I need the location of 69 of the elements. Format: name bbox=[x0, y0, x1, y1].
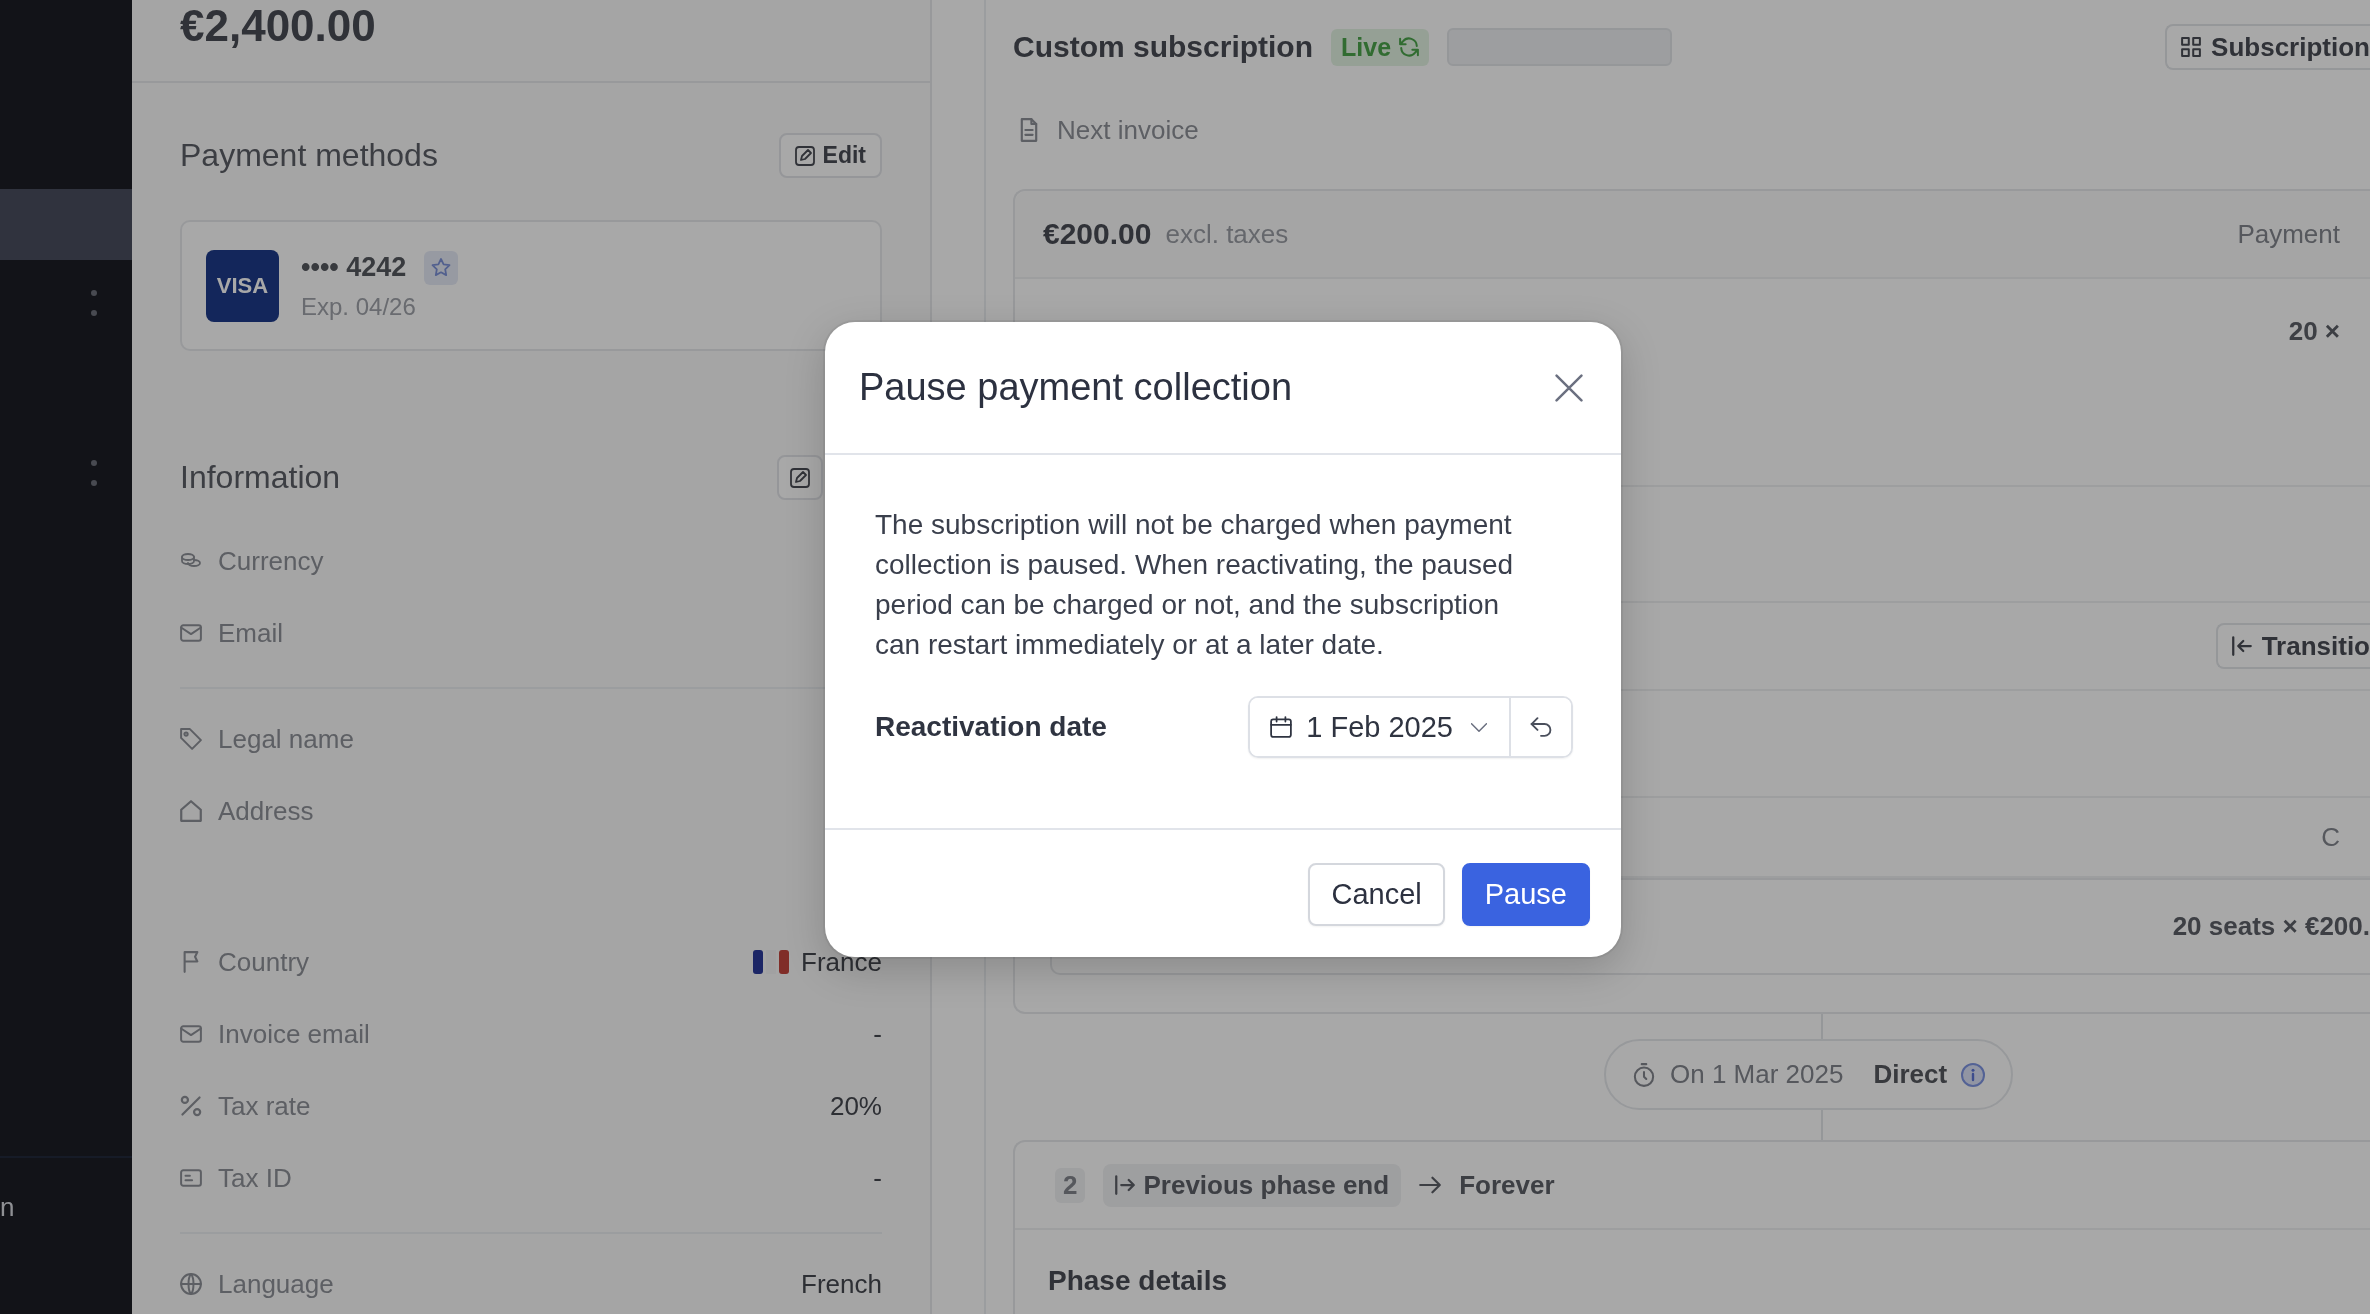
date-picker[interactable]: 1 Feb 2025 bbox=[1250, 698, 1511, 756]
home-icon bbox=[180, 800, 202, 822]
info-icon bbox=[1961, 1062, 1986, 1087]
edit-button[interactable] bbox=[777, 455, 823, 500]
mail-icon bbox=[180, 1023, 202, 1045]
edit-icon bbox=[794, 145, 815, 166]
transition-date: On 1 Mar 2025 bbox=[1670, 1059, 1844, 1090]
id-card-icon bbox=[180, 1167, 202, 1189]
line-total: 20 seats × €200. bbox=[2172, 911, 2370, 942]
phase-number: 2 bbox=[1055, 1167, 1086, 1203]
grid-icon bbox=[2181, 37, 2202, 57]
invoice-amount: €200.00 bbox=[1043, 217, 1152, 251]
transition-mode: Direct bbox=[1873, 1059, 1948, 1090]
status-badge: Live bbox=[1331, 28, 1430, 66]
chevron-down-icon bbox=[1471, 722, 1487, 732]
field-label: Tax ID bbox=[218, 1162, 292, 1194]
section-title: Payment methods bbox=[180, 137, 438, 174]
quantity-text: 20 × bbox=[2288, 316, 2341, 347]
globe-icon bbox=[180, 1273, 202, 1295]
field-value: - bbox=[873, 1162, 882, 1194]
edit-icon bbox=[790, 467, 810, 488]
field-value: France bbox=[801, 946, 882, 978]
field-label: Reactivation date bbox=[875, 711, 1107, 743]
field-value: - bbox=[873, 1018, 882, 1050]
column-text: C bbox=[2321, 821, 2341, 853]
stopwatch-icon bbox=[1632, 1062, 1656, 1087]
phase-end: Forever bbox=[1459, 1169, 1555, 1201]
field-value: 20% bbox=[829, 1090, 882, 1122]
subscription-title: Custom subscription bbox=[1013, 30, 1313, 64]
mail-icon bbox=[180, 622, 202, 644]
field-label: Country bbox=[218, 946, 310, 978]
bar-arrow-left-icon bbox=[2231, 636, 2252, 656]
field-label: Currency bbox=[218, 545, 324, 577]
field-label: Invoice email bbox=[218, 1018, 370, 1050]
calendar-icon bbox=[1270, 716, 1293, 738]
dialog-description: The subscription will not be charged when payment collection is paused. When reactivating, the paused period can be charged or not, and the subscription can restart immediately or at a later date. bbox=[875, 508, 1515, 662]
transition-button[interactable]: Transitio bbox=[2215, 623, 2370, 669]
percent-icon bbox=[180, 1095, 202, 1117]
confirm-button[interactable]: Pause bbox=[1461, 863, 1590, 926]
sidebar-label: n bbox=[0, 1192, 15, 1223]
tag-icon bbox=[180, 728, 202, 750]
arrow-right-icon bbox=[1419, 1174, 1442, 1196]
field-label: Email bbox=[218, 617, 283, 649]
cancel-button[interactable]: Cancel bbox=[1308, 863, 1445, 926]
field-label: Address bbox=[218, 795, 314, 827]
card-brand-logo: VISA bbox=[206, 249, 279, 322]
subscription-button[interactable]: Subscription bbox=[2165, 24, 2370, 70]
undo-button[interactable] bbox=[1511, 698, 1571, 756]
section-title: Information bbox=[180, 459, 341, 496]
bar-arrow-right-icon bbox=[1115, 1175, 1136, 1195]
card-number: •••• 4242 bbox=[301, 252, 407, 283]
refresh-icon bbox=[1399, 37, 1420, 57]
document-icon bbox=[1019, 118, 1039, 142]
field-label: Legal name bbox=[218, 723, 354, 755]
column-text: Payment bbox=[2237, 218, 2341, 250]
field-label: Language bbox=[218, 1268, 334, 1300]
close-icon bbox=[1555, 373, 1583, 402]
field-label: Tax rate bbox=[218, 1090, 311, 1122]
field-value: French bbox=[801, 1268, 882, 1300]
close-button[interactable] bbox=[1553, 371, 1585, 404]
phase-start: Previous phase end bbox=[1143, 1169, 1390, 1201]
edit-button[interactable]: Edit bbox=[778, 133, 882, 178]
undo-icon bbox=[1530, 717, 1552, 737]
dialog-title: Pause payment collection bbox=[859, 366, 1293, 409]
section-title: Phase details bbox=[1048, 1265, 1227, 1296]
card-expiry: Exp. 04/26 bbox=[301, 292, 417, 321]
amount-note: excl. taxes bbox=[1165, 218, 1289, 250]
balance-amount: €2,400.00 bbox=[180, 0, 376, 52]
next-invoice-label: Next invoice bbox=[1057, 114, 1199, 146]
